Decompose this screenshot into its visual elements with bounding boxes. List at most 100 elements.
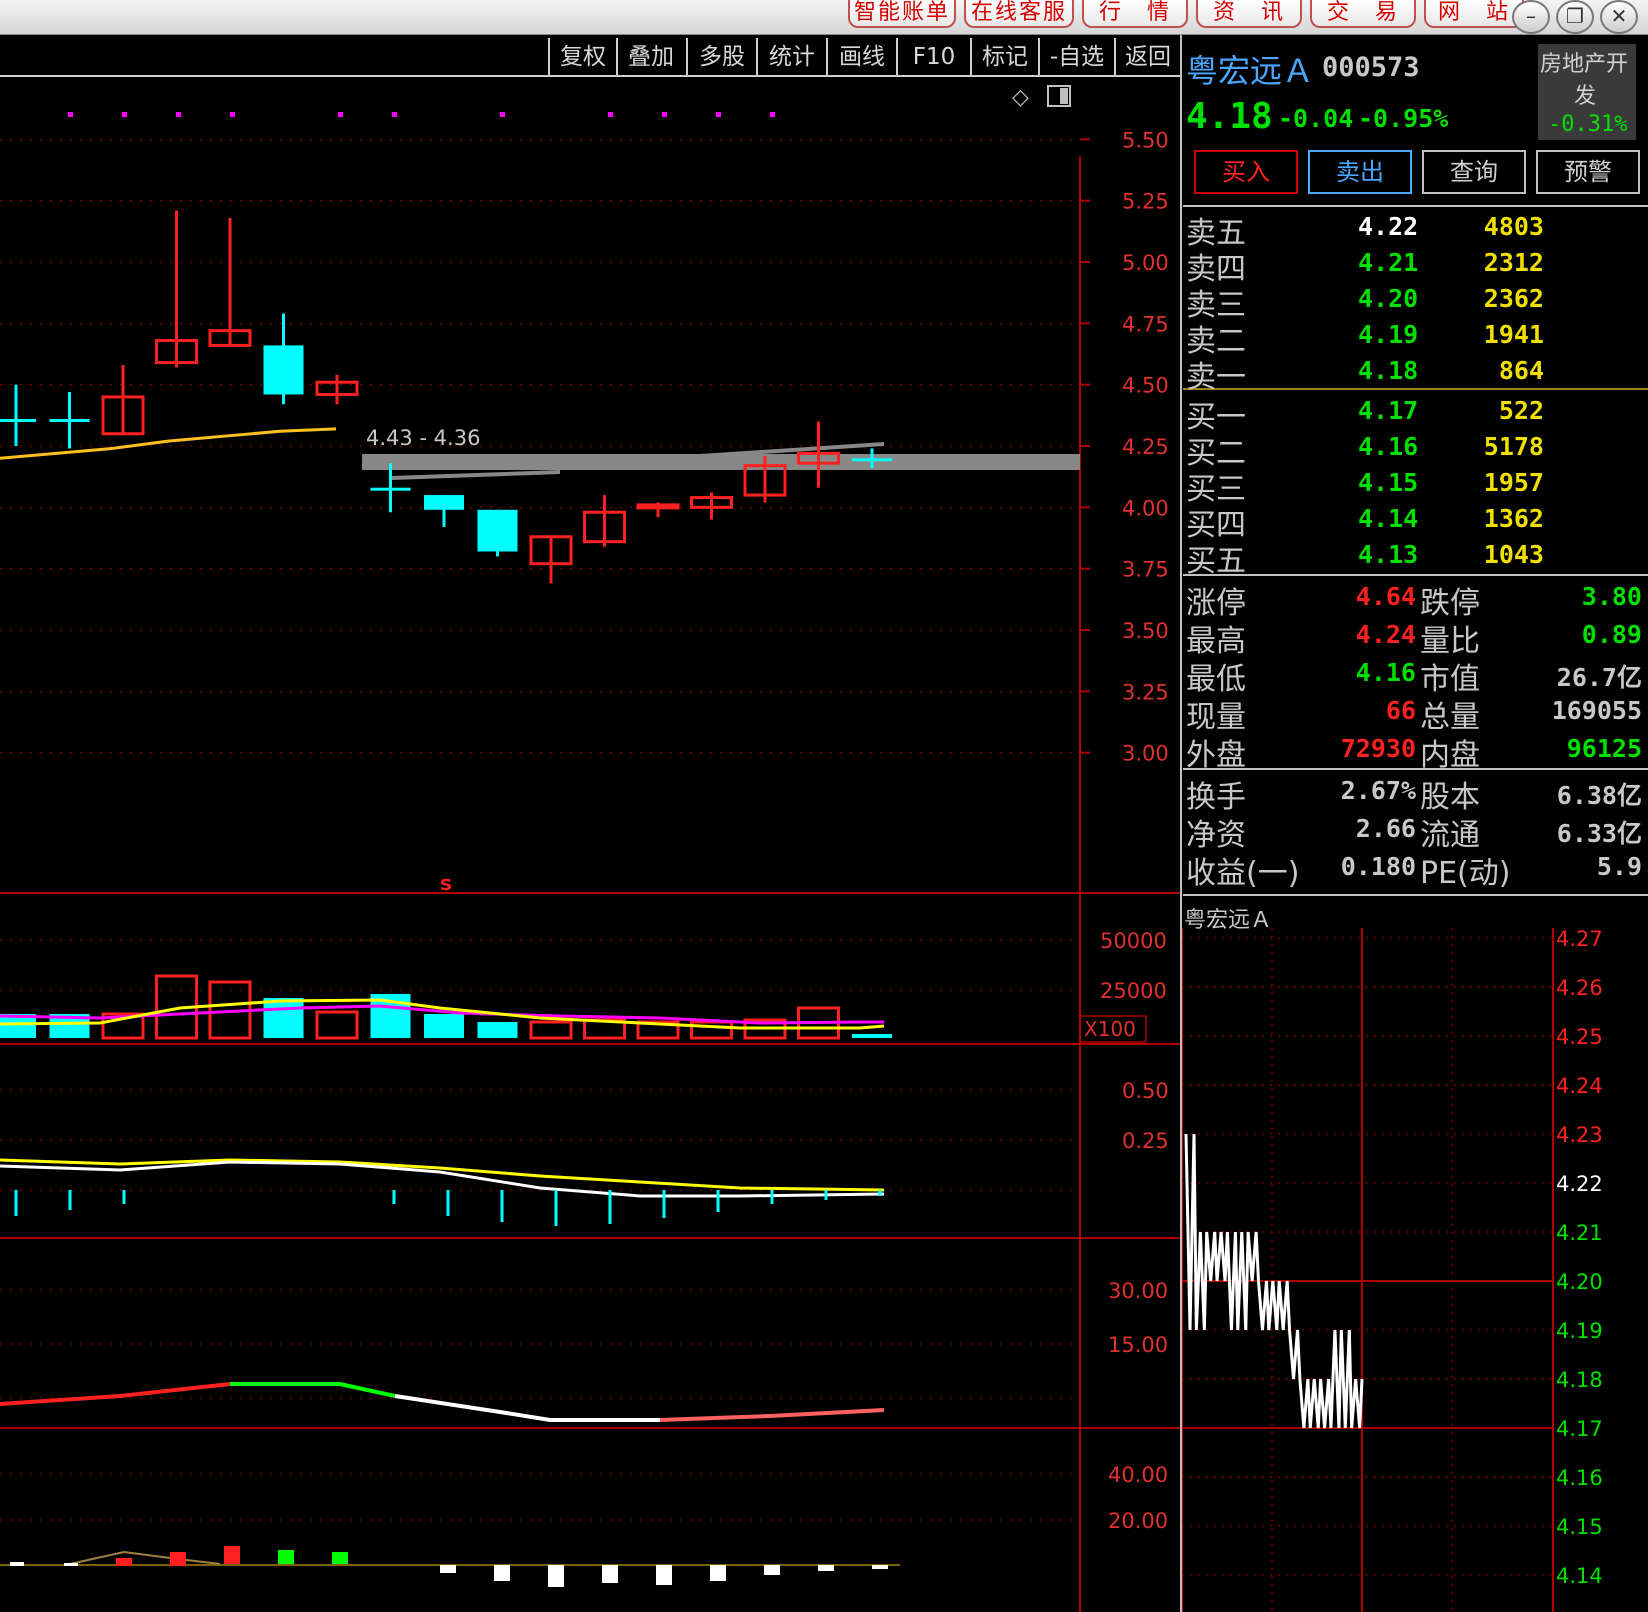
query-button[interactable]: 查询 xyxy=(1422,150,1526,194)
volume-bar xyxy=(263,998,304,1038)
diamond-icon[interactable]: ◇ xyxy=(1012,85,1029,110)
tool-overlay[interactable]: 叠加 xyxy=(616,38,684,76)
price-change: -0.04 xyxy=(1278,104,1354,133)
online-service-button[interactable]: 在线客服 xyxy=(964,0,1074,28)
close-icon[interactable]: ✕ xyxy=(1600,0,1638,34)
mini-axis-label: 4.24 xyxy=(1556,1074,1603,1098)
book-label: 买五 xyxy=(1186,544,1246,579)
book-price: 4.18 xyxy=(1358,356,1419,385)
price-label: 4.00 xyxy=(1122,496,1169,520)
candle-body xyxy=(852,458,892,462)
mini-axis-label: 4.16 xyxy=(1556,1466,1603,1490)
book-volume: 1362 xyxy=(1483,504,1544,533)
tool-statistics[interactable]: 统计 xyxy=(756,38,826,76)
price-label: 5.00 xyxy=(1122,251,1169,275)
stat-label: 内盘 xyxy=(1420,738,1480,773)
price-label: 5.25 xyxy=(1122,190,1169,214)
tool-mark[interactable]: 标记 xyxy=(970,38,1038,76)
volume-bar xyxy=(315,1010,359,1040)
news-button[interactable]: 资 讯 xyxy=(1196,0,1302,28)
sector-change: -0.31% xyxy=(1548,112,1628,137)
stat-value: 6.33亿 xyxy=(1556,819,1642,848)
band-wedge-bottom xyxy=(392,470,560,480)
ask-bid-separator xyxy=(1183,388,1648,390)
candle xyxy=(315,374,359,405)
price-change-pct: -0.95% xyxy=(1358,104,1449,133)
market-button[interactable]: 行 情 xyxy=(1082,0,1188,28)
mini-axis-label: 4.26 xyxy=(1556,976,1603,1000)
book-price: 4.17 xyxy=(1358,396,1419,425)
book-price: 4.13 xyxy=(1358,540,1419,569)
candle-body xyxy=(636,503,680,510)
candle-body xyxy=(424,495,464,510)
ind2-line-pink xyxy=(659,1408,885,1422)
alert-button[interactable]: 预警 xyxy=(1536,150,1640,194)
mini-axis: 4.27 4.26 4.25 4.24 4.23 4.22 4.21 4.20 4.19 4.18… xyxy=(1556,928,1603,1588)
candle-body xyxy=(263,345,304,395)
volume-bar xyxy=(852,1034,892,1038)
stat-value: 0.180 xyxy=(1340,852,1416,881)
price-label: 3.25 xyxy=(1122,680,1169,704)
volume-bar xyxy=(424,1014,464,1038)
candle xyxy=(49,392,90,449)
candle-body xyxy=(49,419,90,423)
tool-multi-stock[interactable]: 多股 xyxy=(686,38,756,76)
minimize-icon[interactable]: – xyxy=(1512,0,1550,34)
intraday-chart[interactable]: 4.27 4.26 4.25 4.24 4.23 4.22 4.21 4.20 4.19 4.18… xyxy=(1182,928,1648,1612)
volume-grid xyxy=(0,939,1080,991)
candle xyxy=(0,384,36,446)
restore-icon[interactable]: ❐ xyxy=(1556,0,1594,34)
buy-button[interactable]: 买入 xyxy=(1194,150,1298,194)
book-price: 4.14 xyxy=(1358,504,1419,533)
tool-restore-rights[interactable]: 复权 xyxy=(548,38,616,76)
smart-bill-button[interactable]: 智能账单 xyxy=(848,0,956,28)
kline-chart[interactable]: ◇ 5.50 5.25 5.00 4.75 4.50 4.25 4.00 3.75 3.50 3.… xyxy=(0,78,1180,1612)
candle xyxy=(529,535,573,584)
stat-value: 169055 xyxy=(1551,696,1642,725)
tool-remove-watchlist[interactable]: -自选 xyxy=(1038,38,1114,76)
sector-name: 房地产开 xyxy=(1540,52,1629,77)
candle xyxy=(370,463,411,513)
stat-value: 5.9 xyxy=(1596,852,1642,881)
candle-body xyxy=(477,509,518,552)
candle xyxy=(101,365,145,436)
sell-button[interactable]: 卖出 xyxy=(1308,150,1412,194)
book-price: 4.16 xyxy=(1358,432,1419,461)
tool-f10[interactable]: F10 xyxy=(896,38,970,76)
stat-value: 2.67% xyxy=(1340,776,1416,805)
mini-axis-label: 4.20 xyxy=(1556,1270,1603,1294)
book-volume: 522 xyxy=(1498,396,1544,425)
ind2-label-30: 30.00 xyxy=(1108,1279,1168,1303)
signal-dots xyxy=(68,112,775,117)
price-label: 5.50 xyxy=(1122,128,1169,152)
mini-axis-label: 4.27 xyxy=(1556,928,1603,951)
candle xyxy=(797,421,840,488)
stat-value: 66 xyxy=(1385,696,1416,725)
event-marker[interactable]: s xyxy=(440,871,452,895)
candle xyxy=(583,495,626,547)
price-label: 3.00 xyxy=(1122,742,1169,766)
book-price: 4.20 xyxy=(1358,284,1419,313)
price-grid xyxy=(0,138,1090,754)
ind3-line xyxy=(69,1550,221,1565)
mini-axis-label: 4.25 xyxy=(1556,1025,1603,1049)
indicator3-grid xyxy=(0,1473,1080,1521)
candle-body xyxy=(0,419,36,423)
separator xyxy=(1183,894,1648,896)
tool-back[interactable]: 返回 xyxy=(1114,38,1180,76)
candle xyxy=(636,502,680,518)
separator xyxy=(1183,768,1648,770)
book-volume: 5178 xyxy=(1483,432,1544,461)
website-button[interactable]: 网 站 xyxy=(1424,0,1524,28)
stat-label: 收益(一) xyxy=(1186,856,1300,891)
ind2-line-white xyxy=(394,1394,660,1422)
trade-button[interactable]: 交 易 xyxy=(1310,0,1416,28)
mini-axis-label: 4.17 xyxy=(1556,1417,1603,1441)
candle xyxy=(263,313,304,405)
tool-draw-line[interactable]: 画线 xyxy=(826,38,896,76)
ind3-bars xyxy=(10,1546,888,1587)
candle-body xyxy=(370,487,411,491)
sector-name-cont: 发 xyxy=(1574,84,1597,109)
stat-label: PE(动) xyxy=(1420,856,1511,891)
book-volume: 1957 xyxy=(1483,468,1544,497)
